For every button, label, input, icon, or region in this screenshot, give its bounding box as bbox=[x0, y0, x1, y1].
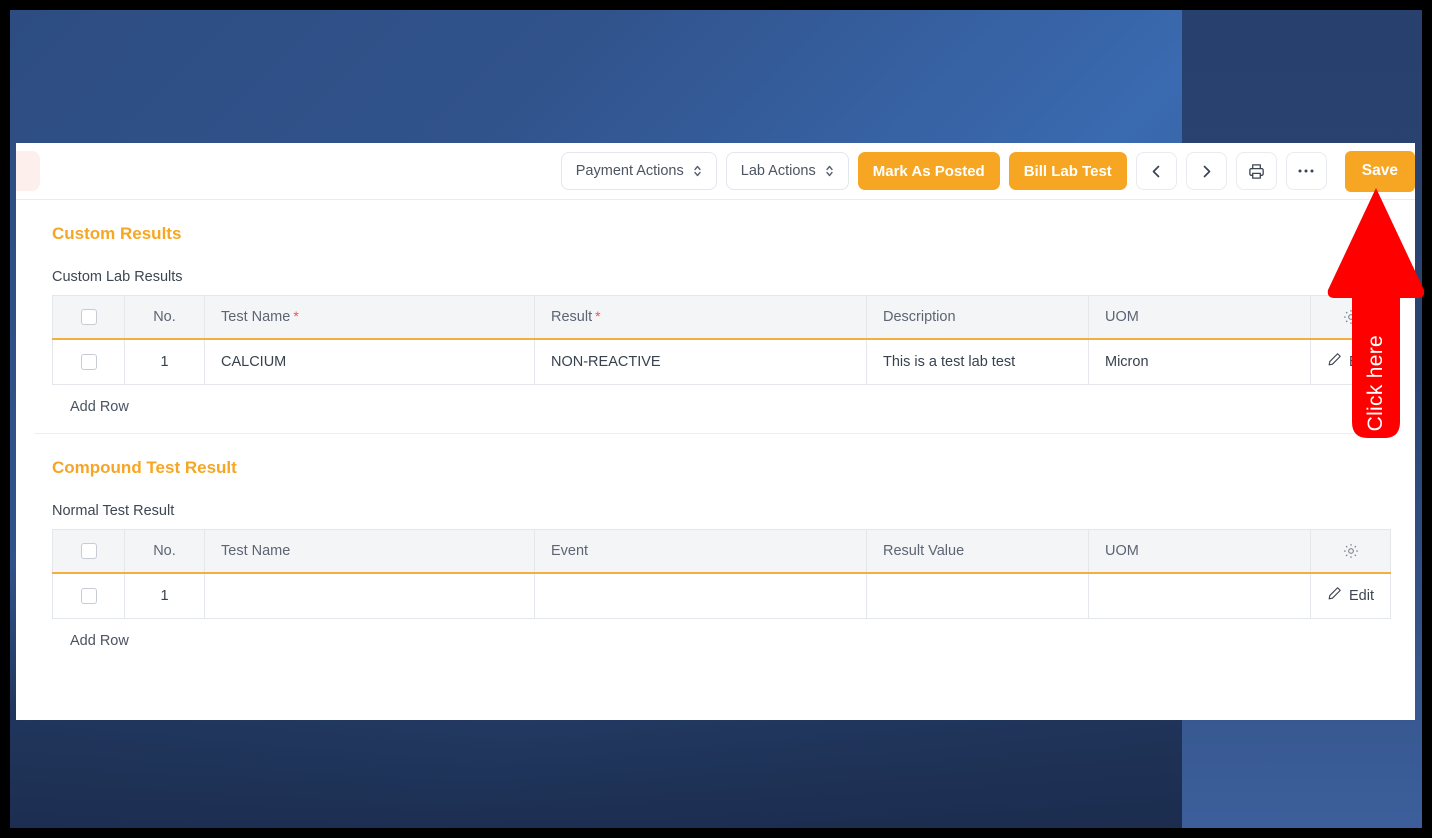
table-header-row: No. Test Name Event Result Value UOM bbox=[52, 529, 1391, 574]
edit-label: Edit bbox=[1349, 587, 1374, 604]
column-header-test-name: Test Name * bbox=[204, 295, 535, 340]
sidebar-highlight-pill bbox=[16, 151, 40, 191]
payment-actions-dropdown[interactable]: Payment Actions bbox=[560, 152, 717, 190]
cell-test-name[interactable] bbox=[204, 572, 535, 619]
table-header-row: No. Test Name * Result * Description UOM bbox=[52, 295, 1391, 340]
app-window: Payment Actions Lab Actions Mark As Post… bbox=[16, 143, 1415, 720]
select-all-checkbox[interactable] bbox=[80, 542, 97, 559]
column-header-result: Result * bbox=[534, 295, 867, 340]
save-button[interactable]: Save bbox=[1344, 150, 1415, 192]
row-edit-cell[interactable]: Edit bbox=[1310, 572, 1391, 619]
column-header-event: Event bbox=[534, 529, 867, 574]
table-row[interactable]: 1 CALCIUM NON-REACTIVE This is a test la… bbox=[52, 338, 1391, 385]
screen: Payment Actions Lab Actions Mark As Post… bbox=[0, 0, 1432, 838]
pencil-icon bbox=[1327, 352, 1342, 371]
cell-uom[interactable]: Micron bbox=[1088, 338, 1311, 385]
cell-event[interactable] bbox=[534, 572, 867, 619]
required-asterisk: * bbox=[595, 308, 601, 325]
chevron-right-icon bbox=[1198, 163, 1215, 180]
row-checkbox[interactable] bbox=[80, 353, 97, 370]
column-settings-header[interactable] bbox=[1310, 295, 1391, 340]
column-header-uom: UOM bbox=[1088, 295, 1311, 340]
column-header-test-name: Test Name bbox=[204, 529, 535, 574]
column-header-result-value: Result Value bbox=[866, 529, 1089, 574]
gear-icon[interactable] bbox=[1312, 308, 1390, 326]
column-header-no: No. bbox=[124, 529, 205, 574]
cell-uom[interactable] bbox=[1088, 572, 1311, 619]
lab-actions-dropdown[interactable]: Lab Actions bbox=[725, 152, 849, 190]
next-record-button[interactable] bbox=[1185, 152, 1227, 190]
custom-lab-results-table: No. Test Name* Result* Description UOM bbox=[52, 295, 1391, 385]
previous-record-button[interactable] bbox=[1135, 152, 1177, 190]
row-number: 1 bbox=[124, 338, 205, 385]
table-row[interactable]: 1 Edit bbox=[52, 572, 1391, 619]
more-options-button[interactable] bbox=[1285, 152, 1327, 190]
cell-result-value[interactable] bbox=[866, 572, 1089, 619]
mark-as-posted-button[interactable]: Mark As Posted bbox=[857, 152, 1000, 190]
add-row-button[interactable]: Add Row bbox=[52, 385, 129, 433]
add-row-button[interactable]: Add Row bbox=[52, 619, 129, 667]
row-select-cell[interactable] bbox=[52, 572, 125, 619]
select-all-header[interactable] bbox=[52, 295, 125, 340]
payment-actions-label: Payment Actions bbox=[575, 163, 684, 179]
lab-actions-label: Lab Actions bbox=[740, 163, 816, 179]
print-button[interactable] bbox=[1235, 152, 1277, 190]
cell-description[interactable]: This is a test lab test bbox=[866, 338, 1089, 385]
page-toolbar: Payment Actions Lab Actions Mark As Post… bbox=[16, 143, 1415, 200]
printer-icon bbox=[1247, 162, 1266, 181]
section-compound-test-result: Compound Test Result Normal Test Result … bbox=[16, 434, 1415, 667]
required-asterisk: * bbox=[293, 308, 299, 325]
column-settings-header[interactable] bbox=[1310, 529, 1391, 574]
select-all-checkbox[interactable] bbox=[80, 308, 97, 325]
cell-test-name[interactable]: CALCIUM bbox=[204, 338, 535, 385]
normal-test-result-table: No. Test Name Event Result Value UOM 1 E… bbox=[52, 529, 1391, 619]
page-body: Custom Results Custom Lab Results No. Te… bbox=[16, 200, 1415, 667]
row-edit-cell[interactable]: Edit bbox=[1310, 338, 1391, 385]
toolbar-actions: Payment Actions Lab Actions Mark As Post… bbox=[560, 150, 1415, 192]
pencil-icon bbox=[1327, 586, 1342, 605]
bill-lab-test-button[interactable]: Bill Lab Test bbox=[1008, 152, 1127, 190]
row-number: 1 bbox=[124, 572, 205, 619]
edit-label: Edit bbox=[1349, 353, 1374, 370]
row-select-cell[interactable] bbox=[52, 338, 125, 385]
section-custom-results: Custom Results Custom Lab Results No. Te… bbox=[16, 200, 1415, 433]
section-title: Compound Test Result bbox=[52, 458, 237, 477]
field-label: Normal Test Result bbox=[52, 503, 175, 519]
chevron-left-icon bbox=[1148, 163, 1165, 180]
cell-result[interactable]: NON-REACTIVE bbox=[534, 338, 867, 385]
gear-icon[interactable] bbox=[1312, 542, 1390, 560]
column-header-uom: UOM bbox=[1088, 529, 1311, 574]
section-title: Custom Results bbox=[52, 224, 182, 243]
column-header-no: No. bbox=[124, 295, 205, 340]
edit-row-button[interactable]: Edit bbox=[1312, 586, 1390, 605]
chevron-updown-icon bbox=[825, 164, 834, 178]
chevron-updown-icon bbox=[693, 164, 702, 178]
edit-row-button[interactable]: Edit bbox=[1312, 352, 1390, 371]
column-header-description: Description bbox=[866, 295, 1089, 340]
row-checkbox[interactable] bbox=[80, 587, 97, 604]
ellipsis-icon bbox=[1297, 168, 1315, 174]
field-label: Custom Lab Results bbox=[52, 269, 183, 285]
select-all-header[interactable] bbox=[52, 529, 125, 574]
